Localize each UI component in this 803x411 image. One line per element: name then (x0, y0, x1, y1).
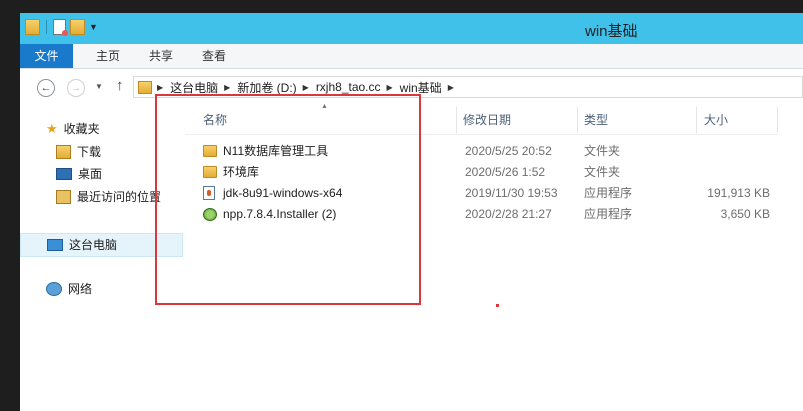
file-size: 3,650 KB (720, 207, 770, 221)
ribbon-tabs: 文件 主页 共享 查看 (20, 44, 803, 69)
nav-desktop[interactable]: 桌面 (56, 164, 102, 184)
tab-view[interactable]: 查看 (202, 44, 226, 68)
nav-favorites[interactable]: ★ 收藏夹 (46, 119, 100, 139)
file-size (667, 162, 770, 183)
breadcrumb-separator[interactable]: ▶ (303, 83, 309, 92)
breadcrumb-drive[interactable]: 新加卷 (D:) (237, 79, 296, 96)
nav-downloads[interactable]: 下载 (56, 142, 101, 162)
nav-network-label: 网络 (68, 282, 93, 296)
nav-desktop-label: 桌面 (78, 167, 103, 181)
folder-icon[interactable] (25, 19, 40, 35)
desktop-icon (56, 168, 72, 180)
nav-this-pc-label: 这台电脑 (69, 238, 118, 252)
file-type: 文件夹 (584, 165, 621, 179)
breadcrumb-current[interactable]: win基础 (400, 79, 442, 96)
customize-toolbar-icon[interactable]: ▼ (89, 22, 98, 32)
toolbar-separator (46, 20, 47, 34)
breadcrumb-separator[interactable]: ▶ (387, 83, 393, 92)
tab-file[interactable]: 文件 (20, 44, 73, 68)
new-folder-icon[interactable] (70, 19, 85, 35)
highlight-annotation-box (155, 94, 421, 305)
nav-downloads-label: 下载 (77, 145, 102, 159)
column-header-size[interactable]: 大小 (704, 107, 728, 133)
forward-button[interactable]: → (67, 79, 85, 97)
file-size (667, 141, 770, 162)
breadcrumb-separator[interactable]: ▶ (448, 83, 454, 92)
breadcrumb-separator[interactable]: ▶ (224, 83, 230, 92)
file-date: 2020/2/28 21:27 (465, 207, 552, 221)
quick-access-toolbar: ▼ (25, 19, 98, 36)
file-type: 应用程序 (584, 186, 633, 200)
column-divider[interactable] (696, 107, 697, 133)
file-type: 应用程序 (584, 207, 633, 221)
breadcrumb-this-pc[interactable]: 这台电脑 (170, 79, 218, 96)
nav-recent-label: 最近访问的位置 (77, 190, 162, 204)
tab-home[interactable]: 主页 (96, 44, 120, 68)
properties-icon[interactable] (53, 19, 68, 36)
column-divider[interactable] (777, 107, 778, 133)
nav-network[interactable]: 网络 (46, 279, 92, 299)
column-divider[interactable] (577, 107, 578, 133)
annotation-dot (496, 304, 499, 307)
window-title: win基础 (585, 23, 638, 40)
computer-icon (47, 239, 63, 251)
star-icon: ★ (46, 121, 58, 136)
column-divider[interactable] (456, 107, 457, 133)
nav-recent[interactable]: 最近访问的位置 (56, 187, 161, 207)
breadcrumb-separator[interactable]: ▶ (157, 83, 163, 92)
up-button[interactable]: ↑ (116, 77, 124, 94)
file-date: 2019/11/30 19:53 (465, 186, 558, 200)
file-date: 2020/5/25 20:52 (465, 144, 552, 158)
column-header-date[interactable]: 修改日期 (463, 107, 511, 133)
file-size: 191,913 KB (707, 186, 770, 200)
back-button[interactable]: ← (37, 79, 55, 97)
folder-icon (138, 80, 152, 94)
column-header-type[interactable]: 类型 (584, 107, 608, 133)
recent-places-icon (56, 190, 71, 204)
recent-locations-dropdown[interactable]: ▼ (95, 82, 103, 91)
tab-share[interactable]: 共享 (149, 44, 173, 68)
file-type: 文件夹 (584, 144, 621, 158)
downloads-icon (56, 145, 71, 159)
breadcrumb-folder[interactable]: rxjh8_tao.cc (316, 80, 381, 94)
title-bar[interactable]: ▼ win基础 (20, 13, 803, 44)
network-icon (46, 282, 62, 296)
file-date: 2020/5/26 1:52 (465, 165, 546, 179)
nav-favorites-label: 收藏夹 (63, 122, 100, 136)
